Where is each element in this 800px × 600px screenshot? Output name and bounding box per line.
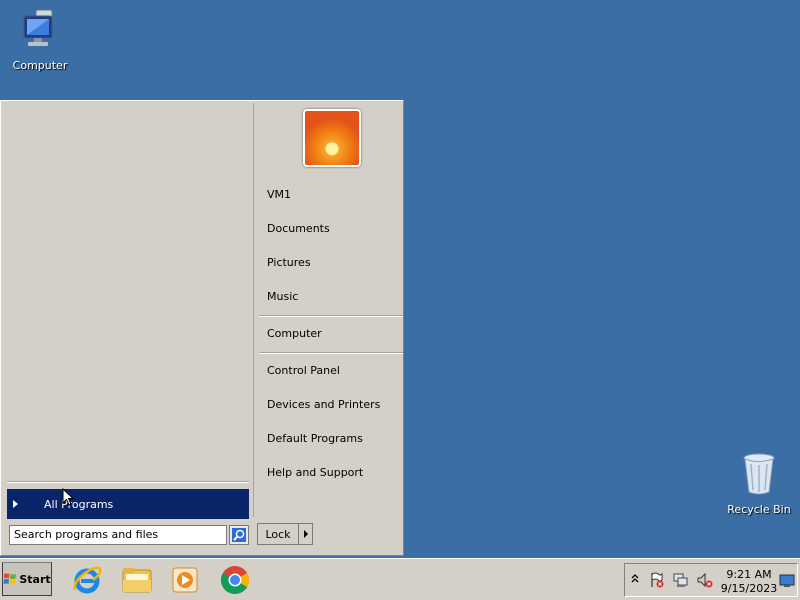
menu-item-pictures[interactable]: Pictures [267,253,397,273]
menu-item-documents[interactable]: Documents [267,219,397,239]
taskbar-internet-explorer[interactable] [70,563,104,597]
clock[interactable]: 9:21 AM 9/15/2023 [719,568,779,596]
clock-time: 9:21 AM [726,568,772,581]
start-menu: All Programs Search programs and files V… [0,100,404,556]
action-center-flag-icon[interactable] [649,572,665,588]
volume-muted-icon[interactable] [697,572,713,588]
search-placeholder: Search programs and files [14,528,159,541]
computer-icon [23,9,53,46]
lock-button[interactable]: Lock [257,523,313,545]
chrome-icon [221,566,249,594]
all-programs-button[interactable]: All Programs [7,489,249,519]
lock-options-arrow-icon[interactable] [298,524,312,544]
menu-item-help-support[interactable]: Help and Support [267,463,397,483]
expand-arrow-icon [13,500,18,508]
windows-logo-icon [3,573,17,585]
desktop-computer-icon[interactable]: Computer [0,8,80,72]
menu-item-control-panel[interactable]: Control Panel [267,361,397,381]
start-label: Start [19,572,51,586]
taskbar-media-player[interactable] [168,563,202,597]
windows-explorer-icon [122,568,152,593]
taskbar: Start 9:21 AM 9/15/2023 [0,558,800,600]
start-button[interactable]: Start [2,562,52,596]
left-pane-separator [7,481,249,483]
user-avatar-flower-icon[interactable] [303,109,361,167]
lock-label: Lock [265,527,291,541]
search-icon [232,528,246,542]
network-icon[interactable] [673,572,689,588]
show-hidden-icons-icon[interactable] [631,572,639,586]
menu-separator [259,315,403,317]
search-programs-input[interactable]: Search programs and files [9,525,227,545]
desktop-recycle-bin-icon[interactable]: Recycle Bin [719,452,799,516]
show-desktop-icon[interactable] [779,574,795,588]
start-menu-right-pane: VM1 Documents Pictures Music Computer Co… [255,101,403,517]
media-player-icon [172,567,198,593]
mouse-cursor-icon [62,488,74,506]
desktop-computer-label: Computer [12,59,68,72]
internet-explorer-icon [73,566,102,594]
menu-item-music[interactable]: Music [267,287,397,307]
system-tray: 9:21 AM 9/15/2023 [624,563,798,597]
clock-date: 9/15/2023 [720,582,778,595]
menu-item-devices-printers[interactable]: Devices and Printers [267,395,397,415]
search-button[interactable] [229,525,249,545]
menu-separator [259,352,403,354]
menu-item-default-programs[interactable]: Default Programs [267,429,397,449]
menu-item-computer[interactable]: Computer [267,324,397,344]
taskbar-windows-explorer[interactable] [120,563,154,597]
menu-item-user-folder[interactable]: VM1 [267,185,397,205]
all-programs-label: All Programs [44,497,114,511]
start-menu-left-pane [3,103,254,517]
recycle-bin-icon [743,453,775,495]
taskbar-chrome[interactable] [218,563,252,597]
desktop-recycle-bin-label: Recycle Bin [727,503,791,516]
